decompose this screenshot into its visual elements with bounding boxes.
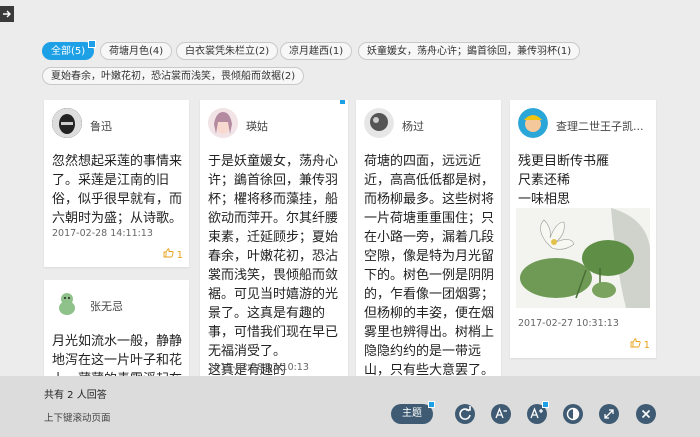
timestamp: 2017-02-28 13:10:13 (208, 362, 309, 373)
answer-text: 月光如流水一般，静静地泻在这一片叶子和花上。薄薄的青雾浮起在 (52, 334, 183, 376)
close-icon (641, 409, 651, 419)
timestamp: 2017-02-27 10:31:13 (518, 318, 619, 329)
user-name: 鲁迅 (90, 120, 112, 133)
scroll-hint: 上下键滚动页面 (44, 413, 111, 424)
font-decrease-icon (495, 407, 507, 419)
answer-text: 荷塘的四面，远远近近，高高低低都是树，而杨柳最多。这些树将一片荷塘重重围住；只在… (364, 154, 495, 376)
answer-count: 共有 2 人回答 (44, 390, 107, 401)
tag-maidens-boating[interactable]: 妖童媛女，荡舟心许；鷁首徐回，兼传羽杯(1) (358, 42, 581, 60)
font-increase-button[interactable] (527, 401, 549, 424)
card-corner-marker (339, 100, 346, 105)
tag-cool-moon[interactable]: 凉月趖西(1) (280, 42, 353, 60)
font-decrease-button[interactable] (491, 404, 511, 424)
answer-card[interactable]: 杨过 荷塘的四面，远远近近，高高低低都是树，而杨柳最多。这些树将一片荷塘重重围住… (356, 100, 501, 376)
tag-white-robe[interactable]: 白衣裳凭朱栏立(2) (176, 42, 279, 60)
avatar (208, 108, 238, 138)
bottom-toolbar: 共有 2 人回答 上下键滚动页面 主题 (0, 376, 700, 437)
answer-text: 残更目断传书雁 尺素还稀 一味相思 (518, 154, 610, 207)
back-arrow-icon (3, 10, 11, 18)
contrast-button[interactable] (563, 404, 583, 424)
user-name: 杨过 (402, 120, 424, 133)
button-corner-marker (428, 401, 435, 408)
answer-text: 忽然想起采莲的事情来了。采莲是江南的旧俗，似乎很早就有，而六朝时为盛；从诗歌。 (52, 154, 183, 226)
avatar (52, 108, 82, 138)
tag-all[interactable]: 全部(5) (42, 40, 97, 60)
fullscreen-icon (604, 409, 614, 419)
tag-summer-spring[interactable]: 夏始春余，叶嫩花初，恐沾裳而浅笑，畏倾船而敛裾(2) (42, 67, 305, 85)
avatar (52, 288, 82, 318)
refresh-icon (459, 406, 471, 420)
button-corner-marker (542, 401, 549, 408)
top-bar (0, 0, 700, 30)
answer-card[interactable]: 查理二世王子凯... 残更目断传书雁 尺素还稀 一味相思 2017-02-27 … (510, 100, 656, 358)
lotus-image (516, 208, 650, 308)
thumbs-up-icon (630, 338, 641, 348)
tag-lotus-moonlight[interactable]: 荷塘月色(4) (100, 42, 173, 60)
avatar (518, 108, 548, 138)
refresh-button[interactable] (455, 404, 475, 424)
like-button[interactable]: 1 (163, 248, 183, 261)
thumbs-up-icon (163, 248, 174, 258)
close-button[interactable] (636, 404, 656, 424)
user-name: 查理二世王子凯... (556, 120, 644, 133)
tag-corner-marker (88, 40, 97, 48)
answer-card[interactable]: 鲁迅 忽然想起采莲的事情来了。采莲是江南的旧俗，似乎很早就有，而六朝时为盛；从诗… (44, 100, 189, 267)
user-name: 张无忌 (90, 300, 123, 313)
answer-card[interactable]: 张无忌 月光如流水一般，静静地泻在这一片叶子和花上。薄薄的青雾浮起在 (44, 280, 189, 376)
answer-card[interactable]: 瑛姑 于是妖童媛女，荡舟心许；鷁首徐回，兼传羽杯；欋将移而藻挂，船欲动而萍开。尔… (200, 100, 348, 376)
theme-button[interactable]: 主题 (391, 401, 435, 424)
timestamp: 2017-02-28 14:11:13 (52, 228, 153, 239)
back-button[interactable] (0, 6, 14, 22)
avatar (364, 108, 394, 138)
answer-text: 于是妖童媛女，荡舟心许；鷁首徐回，兼传羽杯；欋将移而藻挂，船欲动而萍开。尔其纤腰… (208, 154, 339, 376)
fullscreen-button[interactable] (599, 404, 619, 424)
like-button[interactable]: 1 (630, 338, 650, 351)
user-name: 瑛姑 (246, 120, 268, 133)
contrast-icon (566, 407, 580, 421)
